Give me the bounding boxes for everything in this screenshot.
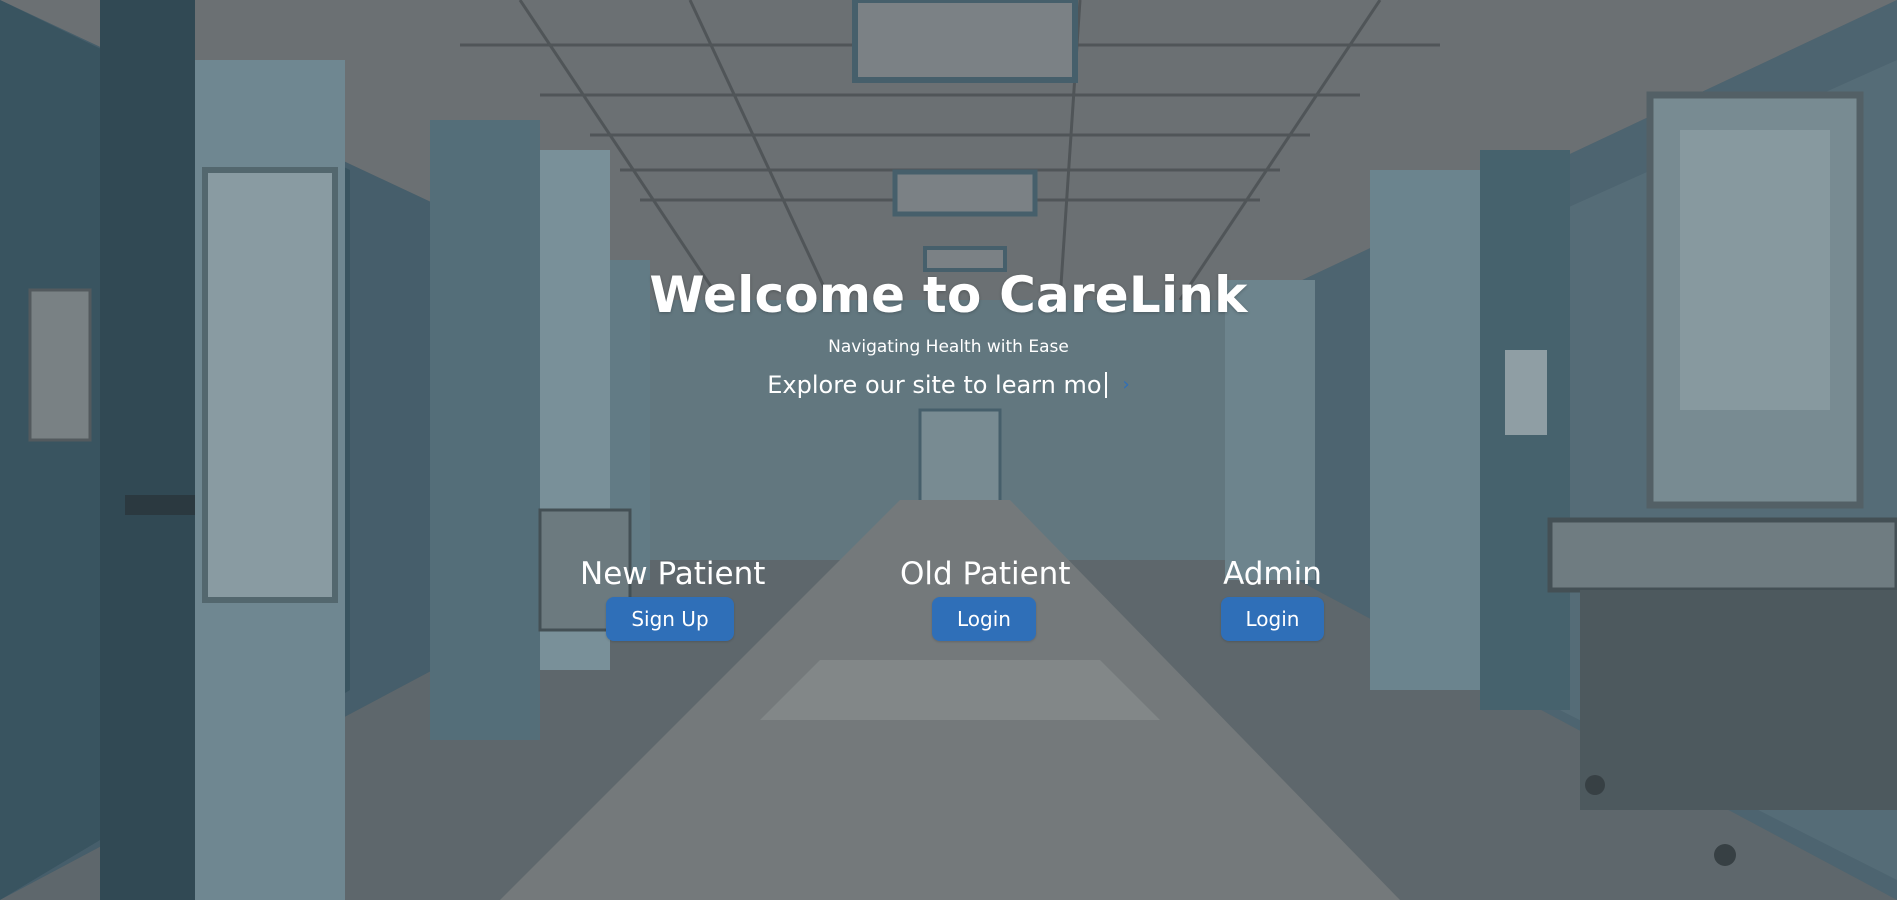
admin-heading: Admin [1223, 556, 1322, 592]
typing-text: Explore our site to learn mo [767, 371, 1102, 399]
admin-login-button[interactable]: Login [1220, 597, 1325, 641]
typing-text-line: Explore our site to learn mo › [767, 368, 1129, 402]
tagline: Navigating Health with Ease [828, 337, 1069, 357]
new-patient-heading: New Patient [580, 556, 766, 592]
page-title: Welcome to CareLink [649, 266, 1248, 324]
sign-up-button[interactable]: Sign Up [606, 597, 734, 641]
hero-section: Welcome to CareLink Navigating Health wi… [0, 262, 1897, 402]
patient-login-button[interactable]: Login [932, 597, 1036, 641]
text-cursor [1104, 372, 1107, 398]
old-patient-section: Old Patient Login [900, 551, 1071, 641]
admin-section: Admin Login [1200, 551, 1345, 641]
background-dim-overlay [0, 0, 1897, 900]
arrow-right-icon[interactable]: › [1123, 376, 1130, 394]
new-patient-section: New Patient Sign Up [580, 551, 766, 641]
old-patient-heading: Old Patient [900, 556, 1071, 592]
